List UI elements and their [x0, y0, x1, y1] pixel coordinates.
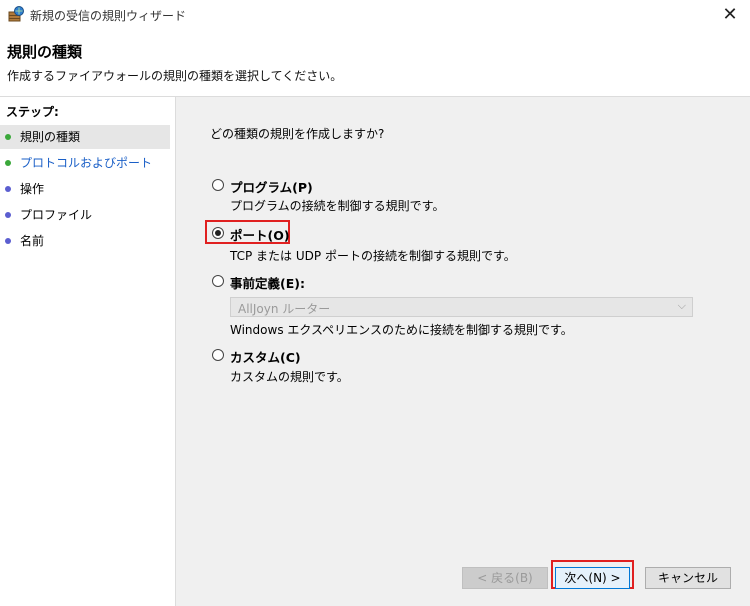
program-label[interactable]: プログラム(P) — [230, 177, 313, 196]
close-button[interactable]: ✕ — [710, 0, 750, 32]
step-status-icon — [5, 238, 11, 244]
wizard-header: 規則の種類 作成するファイアウォールの規則の種類を選択してください。 — [0, 32, 750, 97]
step-label: 規則の種類 — [20, 130, 81, 144]
steps-sidebar: ステップ: 規則の種類 プロトコルおよびポート 操作 プロファイル 名前 — [0, 97, 176, 606]
page-title: 規則の種類 — [7, 43, 83, 61]
program-description: プログラムの接続を制御する規則です。 — [230, 199, 445, 213]
step-action: 操作 — [0, 177, 170, 201]
port-label[interactable]: ポート(O) — [230, 225, 290, 244]
page-subtitle: 作成するファイアウォールの規則の種類を選択してください。 — [7, 69, 343, 83]
predefined-radio[interactable] — [212, 275, 224, 287]
back-button[interactable]: < 戻る(B) — [462, 567, 548, 589]
step-label: 操作 — [20, 182, 45, 196]
close-icon: ✕ — [722, 4, 738, 25]
port-radio[interactable] — [212, 227, 224, 239]
step-status-icon — [5, 212, 11, 218]
steps-title: ステップ: — [6, 105, 59, 119]
step-protocol-and-ports[interactable]: プロトコルおよびポート — [0, 151, 170, 175]
step-label: 名前 — [20, 234, 45, 248]
predefined-rule-select[interactable]: AllJoyn ルーター ⌵ — [230, 297, 693, 317]
step-label: プロトコルおよびポート — [20, 156, 153, 170]
program-radio[interactable] — [212, 179, 224, 191]
title-bar: 新規の受信の規則ウィザード ✕ — [0, 0, 750, 32]
step-label: プロファイル — [20, 208, 93, 222]
predefined-description: Windows エクスペリエンスのために接続を制御する規則です。 — [230, 323, 573, 337]
chevron-down-icon: ⌵ — [677, 299, 686, 312]
predefined-rule-value: AllJoyn ルーター — [238, 302, 331, 316]
step-status-icon — [5, 186, 11, 192]
next-button[interactable]: 次へ(N) > — [555, 567, 630, 589]
window-title: 新規の受信の規則ウィザード — [30, 9, 187, 23]
step-name: 名前 — [0, 229, 170, 253]
firewall-wizard-icon — [8, 6, 24, 22]
step-profile: プロファイル — [0, 203, 170, 227]
step-status-icon — [5, 160, 11, 166]
rule-type-panel: どの種類の規則を作成しますか? プログラム(P) プログラムの接続を制御する規則… — [176, 97, 750, 606]
custom-description: カスタムの規則です。 — [230, 370, 349, 384]
cancel-button[interactable]: キャンセル — [645, 567, 731, 589]
question-text: どの種類の規則を作成しますか? — [210, 127, 385, 141]
predefined-label[interactable]: 事前定義(E): — [230, 273, 305, 292]
step-rule-type: 規則の種類 — [0, 125, 170, 149]
port-description: TCP または UDP ポートの接続を制御する規則です。 — [230, 249, 516, 263]
custom-label[interactable]: カスタム(C) — [230, 347, 301, 366]
custom-radio[interactable] — [212, 349, 224, 361]
step-status-icon — [5, 134, 11, 140]
